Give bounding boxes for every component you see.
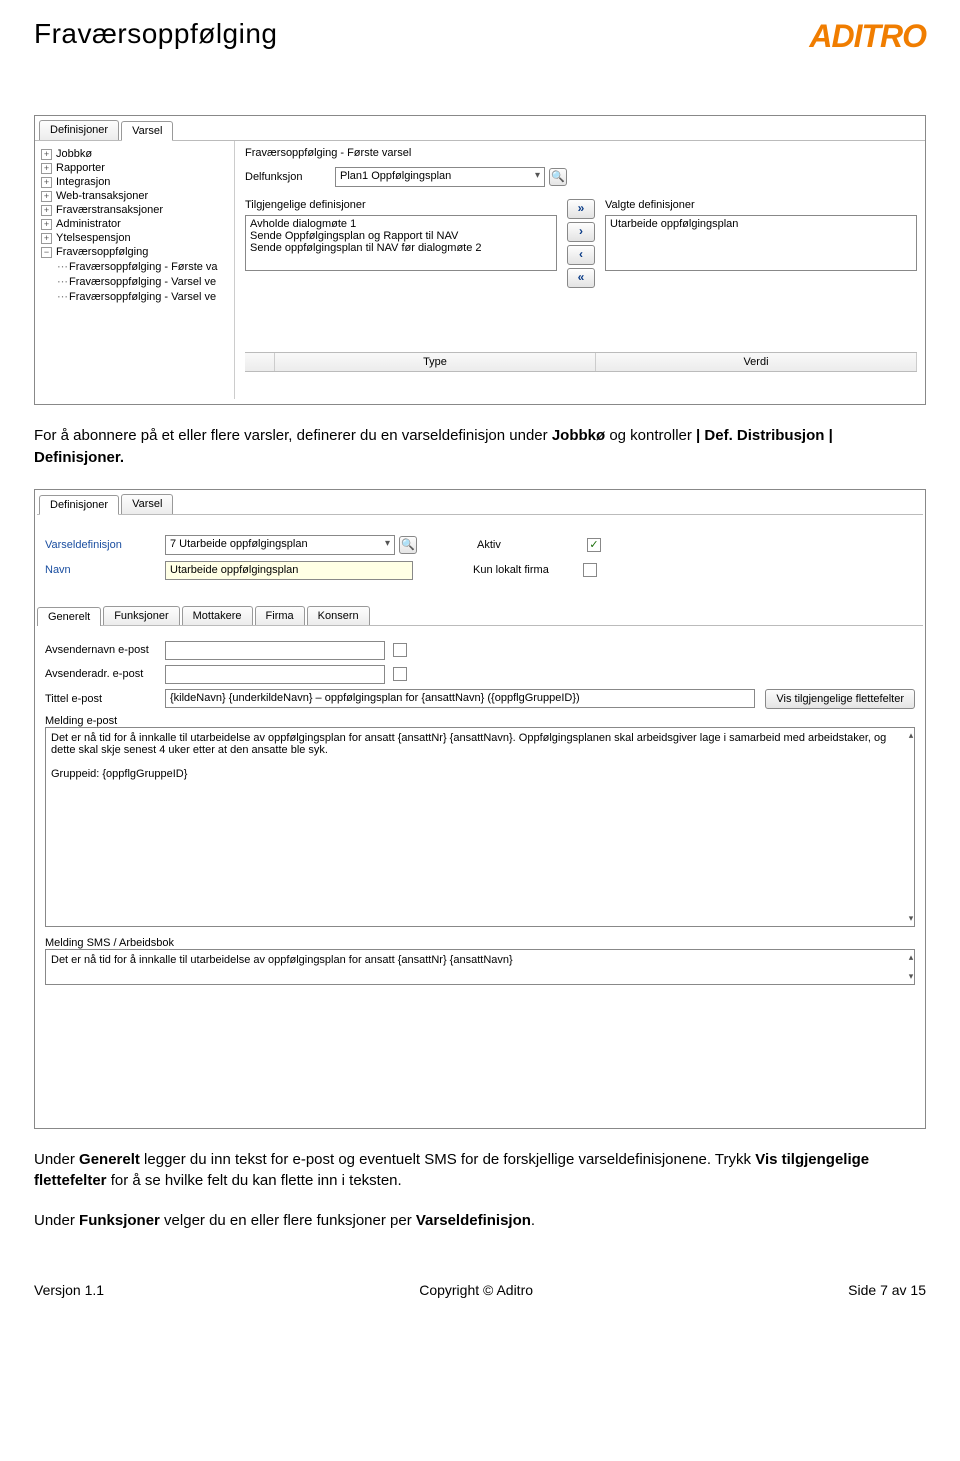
scroll-down-icon[interactable]: ▾ xyxy=(906,913,916,924)
tab-definisjoner[interactable]: Definisjoner xyxy=(39,120,119,140)
checkbox-aktiv[interactable]: ✓ xyxy=(587,538,601,552)
input-avsendernavn[interactable] xyxy=(165,641,385,660)
grid-col-verdi[interactable]: Verdi xyxy=(596,353,917,371)
panel1-subtitle: Fraværsoppfølging - Første varsel xyxy=(245,145,917,163)
subtab-generelt[interactable]: Generelt xyxy=(37,607,101,626)
checkbox-lokalt[interactable] xyxy=(583,563,597,577)
tree-item: ⋯Fraværsoppfølging - Varsel ve xyxy=(55,289,230,304)
combo-varseldefinisjon[interactable]: 7 Utarbeide oppfølgingsplan xyxy=(165,535,395,555)
vis-flettefelter-button[interactable]: Vis tilgjengelige flettefelter xyxy=(765,689,915,709)
body-text-2: Under Generelt legger du inn tekst for e… xyxy=(34,1149,926,1193)
move-right-button[interactable]: › xyxy=(567,222,595,242)
expand-icon[interactable]: + xyxy=(41,205,52,216)
page-title: Fraværsoppfølging xyxy=(34,18,277,50)
move-all-right-button[interactable]: » xyxy=(567,199,595,219)
textarea-melding-sms[interactable]: Det er nå tid for å innkalle til utarbei… xyxy=(45,949,915,985)
label-melding-epost: Melding e-post xyxy=(45,715,915,727)
body-text-1: For å abonnere på et eller flere varsler… xyxy=(34,425,926,469)
leaf-icon: ⋯ xyxy=(57,260,68,273)
expand-icon[interactable]: + xyxy=(41,149,52,160)
panel-varsel: Definisjoner Varsel +Jobbkø +Rapporter +… xyxy=(34,115,926,405)
label-available: Tilgjengelige definisjoner xyxy=(245,199,557,211)
body-text-3: Under Funksjoner velger du en eller fler… xyxy=(34,1210,926,1232)
label-varseldefinisjon[interactable]: Varseldefinisjon xyxy=(45,539,165,551)
checkbox-avsendernavn[interactable] xyxy=(393,643,407,657)
subtab-mottakere[interactable]: Mottakere xyxy=(182,606,253,625)
scroll-down-icon[interactable]: ▾ xyxy=(906,971,916,982)
input-navn[interactable]: Utarbeide oppfølgingsplan xyxy=(165,561,413,580)
footer-copyright: Copyright © Aditro xyxy=(419,1282,533,1298)
subtab-firma[interactable]: Firma xyxy=(255,606,305,625)
label-navn[interactable]: Navn xyxy=(45,564,165,576)
label-tittel-epost: Tittel e-post xyxy=(45,693,165,705)
combo-delfunksjon[interactable]: Plan1 Oppfølgingsplan xyxy=(335,167,545,187)
footer-version: Versjon 1.1 xyxy=(34,1282,104,1298)
tree-item: +Jobbkø xyxy=(39,147,230,161)
search-icon[interactable]: 🔍 xyxy=(399,536,417,554)
move-all-left-button[interactable]: « xyxy=(567,268,595,288)
tab-varsel[interactable]: Varsel xyxy=(121,121,173,141)
footer-page: Side 7 av 15 xyxy=(848,1282,926,1298)
leaf-icon: ⋯ xyxy=(57,275,68,288)
checkbox-avsenderadr[interactable] xyxy=(393,667,407,681)
label-avsenderadr: Avsenderadr. e-post xyxy=(45,668,165,680)
collapse-icon[interactable]: − xyxy=(41,247,52,258)
label-lokalt-firma: Kun lokalt firma xyxy=(473,564,583,576)
tree-nav[interactable]: +Jobbkø +Rapporter +Integrasjon +Web-tra… xyxy=(35,141,235,399)
subtab-strip: Generelt Funksjoner Mottakere Firma Kons… xyxy=(37,606,923,626)
move-left-button[interactable]: ‹ xyxy=(567,245,595,265)
panel-definisjoner: Definisjoner Varsel Varseldefinisjon 7 U… xyxy=(34,489,926,1129)
label-selected: Valgte definisjoner xyxy=(605,199,917,211)
label-melding-sms: Melding SMS / Arbeidsbok xyxy=(45,937,915,949)
page-footer: Versjon 1.1 Copyright © Aditro Side 7 av… xyxy=(34,1282,926,1298)
tree-item: +Ytelsespensjon xyxy=(39,231,230,245)
logo: ADITRO xyxy=(809,18,926,55)
label-aktiv: Aktiv xyxy=(477,539,587,551)
grid-col xyxy=(245,353,275,371)
grid-col-type[interactable]: Type xyxy=(275,353,596,371)
tree-item: +Fraværstransaksjoner xyxy=(39,203,230,217)
listbox-selected[interactable]: Utarbeide oppfølgingsplan xyxy=(605,215,917,271)
expand-icon[interactable]: + xyxy=(41,233,52,244)
listbox-available[interactable]: Avholde dialogmøte 1 Sende Oppfølgingspl… xyxy=(245,215,557,271)
tree-item: +Administrator xyxy=(39,217,230,231)
tab2-varsel[interactable]: Varsel xyxy=(121,494,173,514)
tree-item: +Web-transaksjoner xyxy=(39,189,230,203)
textarea-melding-epost[interactable]: Det er nå tid for å innkalle til utarbei… xyxy=(45,727,915,927)
input-avsenderadr[interactable] xyxy=(165,665,385,684)
input-tittel-epost[interactable]: {kildeNavn} {underkildeNavn} – oppfølgin… xyxy=(165,689,755,708)
label-delfunksjon: Delfunksjon xyxy=(245,171,335,183)
scroll-up-icon[interactable]: ▴ xyxy=(906,730,916,741)
leaf-icon: ⋯ xyxy=(57,290,68,303)
label-avsendernavn: Avsendernavn e-post xyxy=(45,644,165,656)
tree-item: +Rapporter xyxy=(39,161,230,175)
tree-item: +Integrasjon xyxy=(39,175,230,189)
expand-icon[interactable]: + xyxy=(41,191,52,202)
search-icon[interactable]: 🔍 xyxy=(549,168,567,186)
expand-icon[interactable]: + xyxy=(41,163,52,174)
tree-item: ⋯Fraværsoppfølging - Første va xyxy=(55,259,230,274)
tab2-definisjoner[interactable]: Definisjoner xyxy=(39,495,119,515)
expand-icon[interactable]: + xyxy=(41,177,52,188)
tree-item: ⋯Fraværsoppfølging - Varsel ve xyxy=(55,274,230,289)
subtab-funksjoner[interactable]: Funksjoner xyxy=(103,606,179,625)
panel1-tabstrip: Definisjoner Varsel xyxy=(35,116,925,140)
expand-icon[interactable]: + xyxy=(41,219,52,230)
scroll-up-icon[interactable]: ▴ xyxy=(906,952,916,963)
subtab-konsern[interactable]: Konsern xyxy=(307,606,370,625)
tree-item: −Fraværsoppfølging xyxy=(39,245,230,259)
grid-header: Type Verdi xyxy=(245,352,917,372)
